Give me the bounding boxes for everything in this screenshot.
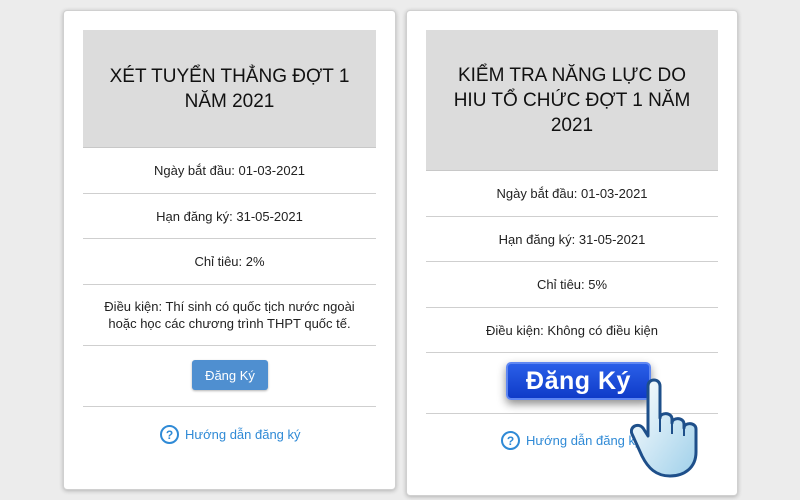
question-circle-icon: ? xyxy=(501,431,520,450)
card-title: KIỂM TRA NĂNG LỰC DO HIU TỔ CHỨC ĐỢT 1 N… xyxy=(426,30,718,171)
help-link[interactable]: ? Hướng dẫn đăng ký xyxy=(501,431,642,450)
question-circle-icon: ? xyxy=(160,425,179,444)
start-date: Ngày bắt đầu: 01-03-2021 xyxy=(426,171,718,217)
condition: Điều kiện: Thí sinh có quốc tịch nước ng… xyxy=(83,285,376,346)
register-button[interactable]: Đăng Ký xyxy=(192,360,268,390)
start-date: Ngày bắt đầu: 01-03-2021 xyxy=(83,148,376,194)
quota: Chỉ tiêu: 5% xyxy=(426,262,718,308)
help-link[interactable]: ? Hướng dẫn đăng ký xyxy=(160,425,301,444)
help-link-label: Hướng dẫn đăng ký xyxy=(185,427,301,442)
deadline: Hạn đăng ký: 31-05-2021 xyxy=(83,194,376,239)
quota: Chỉ tiêu: 2% xyxy=(83,239,376,285)
help-link-label: Hướng dẫn đăng ký xyxy=(526,433,642,448)
admission-card-direct: XÉT TUYỂN THẲNG ĐỢT 1 NĂM 2021 Ngày bắt … xyxy=(63,10,396,490)
deadline: Hạn đăng ký: 31-05-2021 xyxy=(426,217,718,262)
hand-pointer-icon xyxy=(630,378,698,478)
condition: Điều kiện: Không có điều kiện xyxy=(426,308,718,353)
card-title: XÉT TUYỂN THẲNG ĐỢT 1 NĂM 2021 xyxy=(83,30,376,148)
